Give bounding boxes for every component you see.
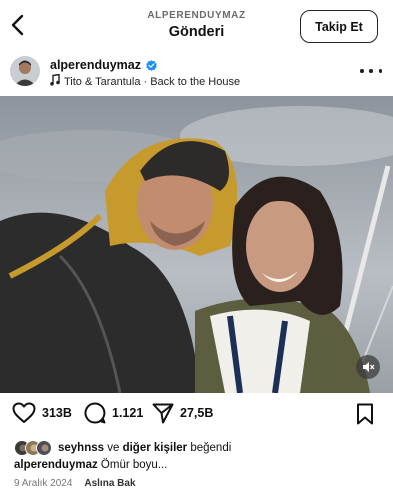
post-image[interactable] [0,96,393,393]
heart-icon[interactable] [12,402,36,424]
music-label: Tito & Tarantula · Back to the House [64,75,241,88]
like-count[interactable]: 313B [42,406,72,420]
other-likers-link[interactable]: diğer kişiler [123,442,188,454]
top-header: ALPERENDUYMAZ Gönderi Takip Et [0,0,393,50]
share-action[interactable]: 27,5B [152,402,213,424]
like-action[interactable]: 313B [12,402,72,424]
post-header: alperenduymaz Tito & Tarantula · Back to… [0,50,393,96]
liked-connector: ve [104,442,123,454]
bookmark-icon[interactable] [356,403,374,430]
liked-suffix: beğendi [187,442,232,454]
comment-icon[interactable] [84,402,106,424]
post-meta: 9 Aralık 2024 Aslına Bak [14,478,136,489]
avatar[interactable] [10,56,40,86]
share-icon[interactable] [152,402,174,424]
music-note-icon [50,73,60,89]
caption-username[interactable]: alperenduymaz [14,459,98,471]
post-username[interactable]: alperenduymaz [50,58,141,72]
avatar [36,440,52,456]
comment-action[interactable]: 1.121 [84,402,143,424]
header-titles: ALPERENDUYMAZ Gönderi [100,10,293,40]
follow-button[interactable]: Takip Et [300,10,378,43]
music-row[interactable]: Tito & Tarantula · Back to the House [50,73,241,89]
share-count[interactable]: 27,5B [180,406,213,420]
header-username[interactable]: ALPERENDUYMAZ [100,10,293,21]
page-title: Gönderi [168,24,225,40]
comment-count[interactable]: 1.121 [112,406,143,420]
verified-badge-icon [145,59,158,72]
caption-text[interactable]: Ömür boyu... [98,459,167,471]
liker-username[interactable]: seyhnss [58,442,104,454]
caption: alperenduymaz Ömür boyu... [14,459,167,471]
see-original-link[interactable]: Aslına Bak [84,478,135,489]
more-options-icon[interactable] [360,64,382,78]
back-arrow-icon[interactable] [6,12,28,38]
liker-avatars [14,440,52,456]
liked-by-row[interactable]: seyhnss ve diğer kişiler beğendi [14,440,231,456]
post-user-row: alperenduymaz [50,58,158,72]
action-bar: 313B 1.121 27,5B [0,398,393,432]
muted-speaker-icon[interactable] [356,355,380,379]
post-date: 9 Aralık 2024 [14,478,73,489]
